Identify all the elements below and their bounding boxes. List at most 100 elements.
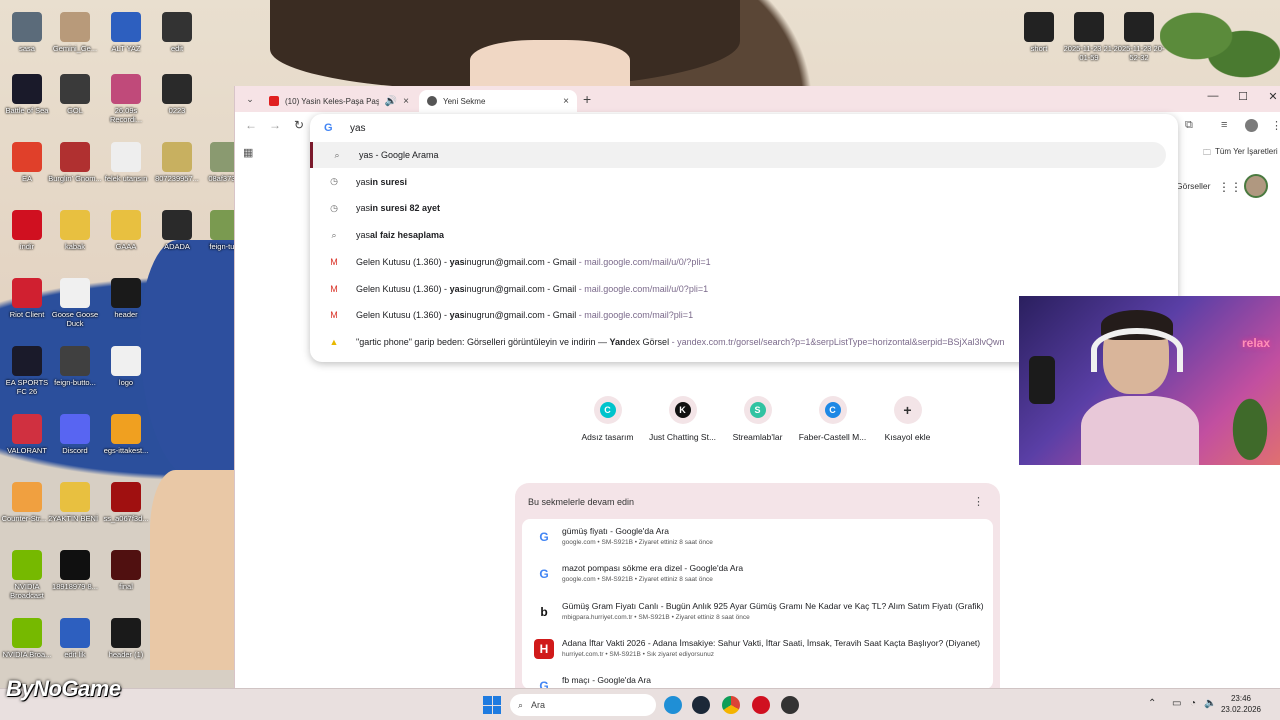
desktop-icon[interactable]: Battle of Sea [0, 74, 54, 115]
obs-icon[interactable] [781, 696, 799, 714]
suggestion-item[interactable]: M Gelen Kutusu (1.360) - yasinugrun@gmail… [310, 249, 1178, 275]
forward-button[interactable]: → [267, 118, 283, 132]
maximize-button[interactable]: ☐ [1233, 90, 1253, 103]
desktop-icon[interactable]: edit lik [48, 618, 102, 659]
continue-item[interactable]: b Gümüş Gram Fiyatı Canlı - Bugün Anlık 9… [522, 594, 993, 631]
continue-item[interactable]: Gmazot pompası sökme era dizel - Google'… [522, 556, 993, 593]
desktop-icon[interactable]: YAKTIN BENİ [48, 482, 102, 523]
tab-new-tab[interactable]: Yeni Sekme × [419, 90, 577, 112]
shortcut-tile[interactable]: + Kısayol ekle [870, 396, 945, 442]
speaker-icon[interactable]: 🔊 [385, 96, 397, 107]
chrome-icon[interactable] [722, 696, 740, 714]
streamer-body [1081, 396, 1199, 465]
shortcut-label: Streamlab'lar [732, 432, 783, 442]
shortcut-tile[interactable]: C Adsız tasarım [570, 396, 645, 442]
desktop-icon[interactable]: egs-ittakest... [99, 414, 153, 455]
media-icon[interactable]: ≡ [1221, 119, 1227, 131]
new-tab-button[interactable]: + [583, 91, 591, 107]
desktop-icon-label: header (1) [108, 650, 144, 659]
edge-icon[interactable] [664, 696, 682, 714]
close-tab-icon[interactable]: × [403, 96, 409, 107]
tab-youtube[interactable]: (10) Yasin Keles-Paşa Paşa ( 🔊 × [261, 90, 417, 112]
desktop-icon[interactable]: EA SPORTS FC 26 [0, 346, 54, 396]
desktop-icon[interactable]: logo [99, 346, 153, 387]
suggestion-item[interactable]: ◷ yasin suresi [310, 169, 1178, 195]
desktop-icon[interactable]: NVIDIA Broa... [0, 618, 54, 659]
desktop-icon[interactable]: GOL [48, 74, 102, 115]
continue-item[interactable]: H Adana İftar Vakti 2026 - Adana İmsakiye… [522, 631, 993, 668]
desktop-icon[interactable]: 807239957... [150, 142, 204, 183]
suggestion-item[interactable]: ⌕ yasal faiz hesaplama [310, 222, 1178, 248]
desktop-icon[interactable]: ALT YAZ [99, 12, 153, 53]
apps-icon[interactable]: ▦ [243, 146, 253, 159]
desktop-icon[interactable]: indir [0, 210, 54, 251]
tab-search-icon[interactable]: ⌄ [243, 92, 257, 106]
continue-item[interactable]: Ggümüş fiyatı - Google'da Ara google.com … [522, 519, 993, 556]
continue-item[interactable]: Gfb maçı - Google'da Ara [522, 668, 993, 688]
desktop-icon[interactable]: Goose Goose Duck [48, 278, 102, 328]
close-tab-icon[interactable]: × [563, 96, 569, 107]
desktop-icon[interactable]: Riot Client [0, 278, 54, 319]
steam-icon[interactable] [692, 696, 710, 714]
more-options-icon[interactable]: ⋮ [973, 495, 984, 508]
desktop-icon-label: GOL [67, 106, 83, 115]
opera-icon[interactable] [752, 696, 770, 714]
address-bar[interactable]: G yas [310, 114, 1178, 142]
suggestion-item[interactable]: ◷ yasin suresi 82 ayet [310, 195, 1178, 221]
desktop-icon[interactable]: EA [0, 142, 54, 183]
minimize-button[interactable]: — [1203, 90, 1223, 102]
desktop-icon[interactable]: VALORANT [0, 414, 54, 455]
desktop-icon[interactable]: ss_a067f3d... [99, 482, 153, 523]
desktop-icon[interactable]: sasa [0, 12, 54, 53]
desktop-icon[interactable]: final [99, 550, 153, 591]
wifi-icon[interactable]: ◔ [1190, 698, 1196, 709]
desktop-icon[interactable]: header [99, 278, 153, 319]
continue-item-meta: google.com • SM-S921B • Ziyaret ettiniz … [562, 539, 713, 546]
clock-date: 23.02.2026 [1220, 705, 1262, 714]
shortcut-tile[interactable]: S Streamlab'lar [720, 396, 795, 442]
account-avatar[interactable] [1244, 174, 1268, 198]
desktop-icon[interactable]: NVIDIA Broadcast [0, 550, 54, 600]
address-input[interactable]: yas [350, 123, 366, 134]
desktop-icon[interactable]: short [1012, 12, 1066, 53]
desktop-icon-label: egs-ittakest... [103, 446, 149, 455]
chevron-up-icon[interactable]: ⌃ [1148, 698, 1156, 709]
desktop-icon[interactable]: header (1) [99, 618, 153, 659]
network-icon[interactable]: ▭ [1172, 698, 1181, 709]
back-button[interactable]: ← [243, 118, 259, 132]
desktop-icon[interactable]: Counter-Str... 2 [0, 482, 54, 523]
shortcut-tile[interactable]: C Faber-Castell M... [795, 396, 870, 442]
desktop-icon[interactable]: Discord [48, 414, 102, 455]
close-window-button[interactable]: ✕ [1263, 90, 1280, 103]
images-link[interactable]: Görseller [1176, 181, 1210, 191]
desktop-icon[interactable]: edit [150, 12, 204, 53]
shortcut-tile[interactable]: K Just Chatting St... [645, 396, 720, 442]
suggestion-item[interactable]: ⌕ yas - Google Arama [310, 142, 1166, 168]
start-button[interactable] [483, 696, 501, 714]
desktop-icon[interactable]: 2025-11-23 20-52-32 [1112, 12, 1166, 62]
shortcut-label: Faber-Castell M... [798, 432, 867, 442]
desktop-icon[interactable]: 2025-11-23 21-01-59 [1062, 12, 1116, 62]
desktop-icon[interactable]: 18918979 8... [48, 550, 102, 591]
desktop-icon[interactable]: 0223 [150, 74, 204, 115]
desktop-icon[interactable]: 26.09s Recordi... [99, 74, 153, 124]
desktop-icon[interactable]: Gemini_Ge... [48, 12, 102, 53]
google-apps-icon[interactable]: ⋮⋮ [1218, 180, 1242, 194]
desktop-icon[interactable]: feign-butto... [48, 346, 102, 387]
desktop-icon-image [12, 210, 42, 240]
desktop-icon[interactable]: GAAA [99, 210, 153, 251]
extensions-icon[interactable]: ⧉ [1185, 119, 1193, 132]
reload-button[interactable]: ↻ [291, 118, 307, 132]
desktop-icon[interactable]: felek utansın [99, 142, 153, 183]
menu-icon[interactable]: ⋮ [1271, 119, 1280, 132]
all-bookmarks[interactable]: 🗀 Tüm Yer İşaretleri [1203, 147, 1278, 161]
suggestion-prefix: yas [356, 203, 371, 214]
desktop-icon[interactable]: Burglin' Gnom... [48, 142, 102, 183]
taskbar-search[interactable]: ⌕ Ara [510, 694, 656, 716]
profile-avatar[interactable] [1245, 119, 1258, 132]
clock[interactable]: 23:46 23.02.2026 [1212, 693, 1270, 715]
desktop-icon[interactable]: kabak [48, 210, 102, 251]
desktop-icon[interactable]: ADADA [150, 210, 204, 251]
suggestion-prefix: Gelen Kutusu (1.360) - [356, 256, 450, 267]
suggestion-rest: inugrun@gmail.com - Gmail [464, 283, 577, 294]
